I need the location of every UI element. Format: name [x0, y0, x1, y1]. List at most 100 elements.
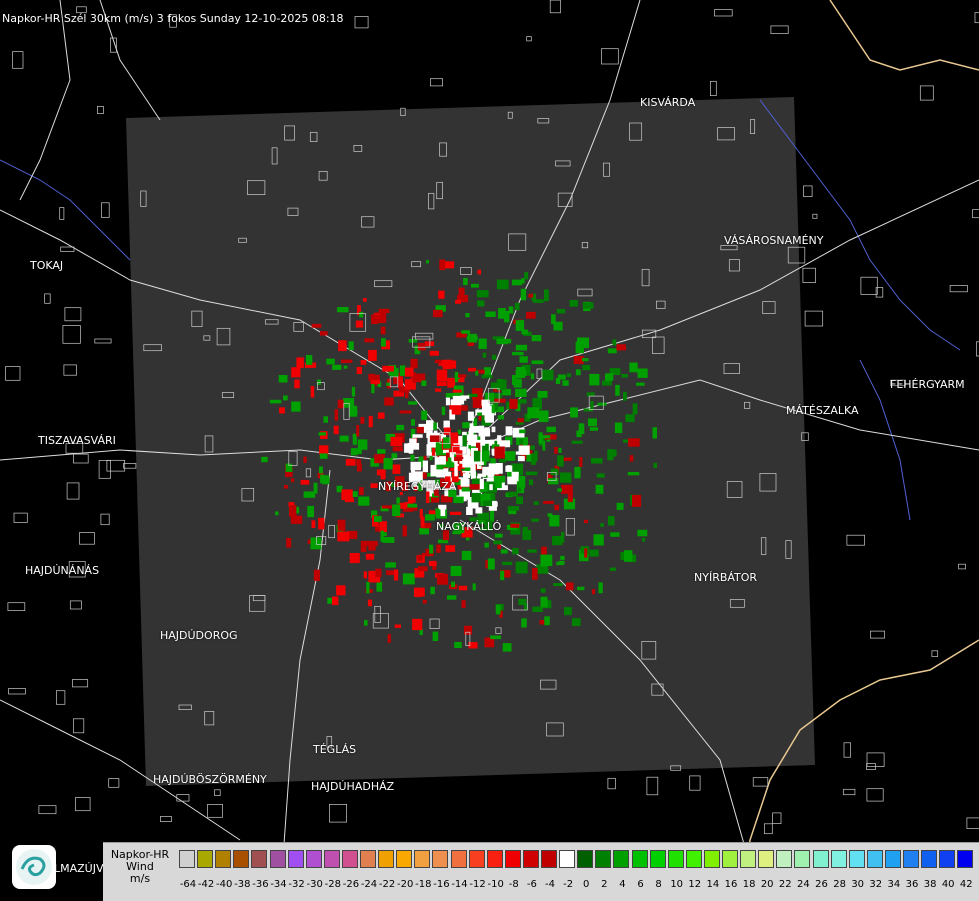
legend-swatch [197, 850, 213, 868]
city-label: HAJDÚNÁNÁS [25, 564, 99, 577]
radar-echo [557, 455, 564, 466]
radar-echo [496, 605, 501, 615]
radar-echo [466, 474, 470, 478]
radar-echo [534, 451, 538, 461]
legend-swatch [233, 850, 249, 868]
radar-echo [474, 418, 478, 427]
radar-echo [531, 374, 534, 380]
radar-echo [359, 312, 363, 318]
radar-echo [588, 419, 597, 427]
legend-swatch [378, 850, 394, 868]
radar-echo [554, 505, 559, 510]
radar-echo [472, 493, 481, 503]
legend-tick: -32 [288, 879, 304, 890]
radar-echo [415, 589, 422, 597]
legend-tick: 42 [960, 879, 973, 890]
radar-echo [377, 449, 385, 454]
radar-echo [338, 340, 347, 351]
radar-echo [318, 518, 324, 530]
radar-echo [520, 356, 528, 363]
legend-tick: 12 [688, 879, 701, 890]
city-label: TÉGLÁS [313, 743, 356, 756]
legend-tick: 22 [779, 879, 792, 890]
radar-echo [505, 466, 512, 472]
radar-echo [510, 524, 519, 528]
legend-tick: 6 [637, 879, 643, 890]
radar-echo [548, 513, 553, 517]
radar-echo [433, 632, 439, 641]
city-label: KISVÁRDA [640, 96, 695, 109]
radar-echo [514, 379, 522, 388]
legend-title: Napkor-HR Wind m/s [105, 849, 175, 885]
radar-echo [319, 466, 323, 473]
legend-swatch [903, 850, 919, 868]
radar-echo [349, 341, 354, 350]
radar-echo [451, 566, 462, 576]
radar-echo [462, 459, 473, 467]
radar-echo [508, 454, 514, 461]
radar-echo [521, 618, 527, 627]
legend-tick: 30 [851, 879, 864, 890]
radar-echo [532, 568, 538, 580]
radar-echo [332, 597, 338, 606]
radar-echo [576, 369, 581, 375]
radar-echo [654, 463, 658, 468]
radar-echo [495, 534, 503, 538]
city-label: NYÍRBÁTOR [694, 571, 757, 584]
radar-echo [368, 542, 375, 551]
legend-swatch [523, 850, 539, 868]
radar-echo [564, 607, 572, 615]
radar-echo [470, 484, 482, 489]
radar-echo [590, 427, 598, 431]
radar-echo [540, 435, 550, 438]
radar-echo [468, 368, 476, 372]
radar-echo [381, 327, 386, 335]
radar-echo [462, 551, 472, 560]
radar-echo [637, 530, 647, 537]
radar-echo [503, 643, 512, 652]
radar-echo [374, 454, 385, 463]
radar-echo [311, 386, 315, 398]
radar-echo [384, 397, 393, 405]
radar-echo [435, 360, 442, 363]
legend-swatch [885, 850, 901, 868]
legend-tick: -64 [180, 879, 196, 890]
radar-echo [516, 497, 523, 505]
radar-echo [579, 423, 585, 434]
radar-echo [334, 426, 339, 435]
legend-tick: -22 [379, 879, 395, 890]
city-label: VÁSÁROSNAMÉNY [724, 234, 823, 247]
radar-echo [467, 336, 478, 339]
radar-echo [356, 425, 359, 436]
radar-echo [541, 547, 547, 555]
radar-echo [417, 427, 424, 433]
legend-swatch [360, 850, 376, 868]
radar-echo [392, 505, 400, 517]
radar-echo [306, 362, 311, 365]
radar-echo [312, 520, 316, 528]
radar-echo [291, 516, 302, 524]
radar-echo [516, 367, 525, 378]
city-label: NYÍREGYHÁZA [378, 480, 456, 493]
radar-echo [352, 387, 355, 397]
radar-echo [590, 401, 593, 410]
radar-echo [630, 455, 634, 462]
legend-swatch [577, 850, 593, 868]
radar-echo [527, 550, 536, 553]
radar-echo [436, 545, 441, 553]
radar-echo [490, 636, 501, 640]
radar-echo [623, 392, 627, 401]
radar-echo [544, 616, 550, 625]
legend-swatch [776, 850, 792, 868]
radar-echo [542, 441, 545, 451]
radar-echo [516, 345, 527, 351]
legend-swatch [179, 850, 195, 868]
legend-swatch [324, 850, 340, 868]
legend-swatch [432, 850, 448, 868]
radar-echo [602, 381, 612, 386]
radar-echo [369, 416, 373, 427]
radar-echo [608, 516, 615, 526]
radar-echo [617, 344, 627, 350]
city-label: HAJDÚDOROG [160, 629, 238, 642]
radar-echo [568, 491, 573, 502]
